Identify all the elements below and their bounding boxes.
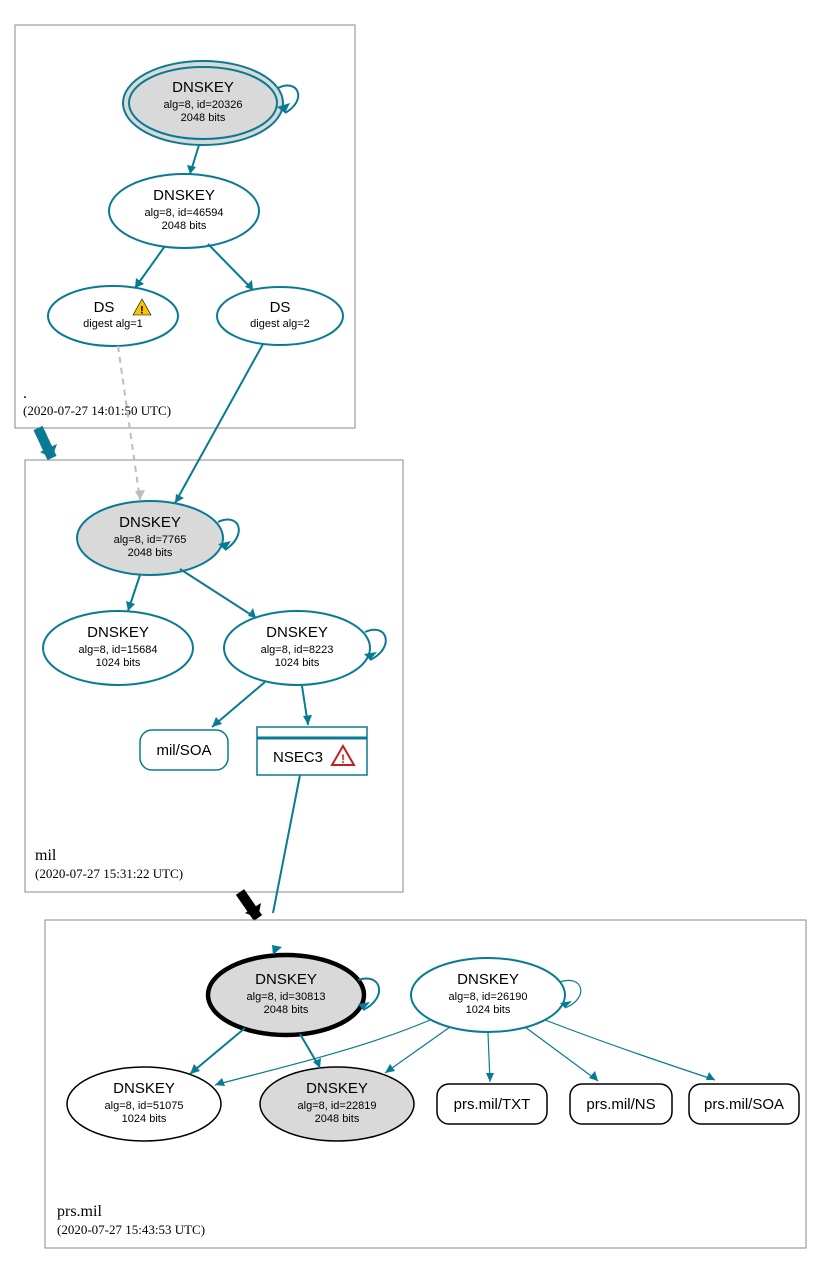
svg-text:digest alg=2: digest alg=2 — [250, 318, 310, 330]
svg-text:mil/SOA: mil/SOA — [156, 742, 211, 759]
node-prs-ns: prs.mil/NS — [570, 1084, 672, 1124]
svg-text:alg=8, id=20326: alg=8, id=20326 — [164, 99, 243, 111]
svg-text:DNSKEY: DNSKEY — [153, 187, 215, 204]
node-root-zsk: DNSKEY alg=8, id=46594 2048 bits — [109, 174, 259, 248]
node-ds2: DS digest alg=2 — [217, 287, 343, 345]
svg-text:DNSKEY: DNSKEY — [119, 514, 181, 531]
svg-text:!: ! — [140, 305, 144, 317]
svg-text:alg=8, id=30813: alg=8, id=30813 — [247, 991, 326, 1003]
svg-text:alg=8, id=7765: alg=8, id=7765 — [114, 534, 187, 546]
svg-text:DNSKEY: DNSKEY — [255, 971, 317, 988]
node-prs-txt: prs.mil/TXT — [437, 1084, 547, 1124]
svg-text:prs.mil/NS: prs.mil/NS — [586, 1096, 655, 1113]
svg-text:DNSKEY: DNSKEY — [306, 1080, 368, 1097]
dnssec-graph: . (2020-07-27 14:01:50 UTC) DNSKEY alg=8… — [0, 0, 821, 1270]
svg-text:alg=8, id=51075: alg=8, id=51075 — [105, 1100, 184, 1112]
svg-text:alg=8, id=15684: alg=8, id=15684 — [79, 644, 158, 656]
node-prs-key3: DNSKEY alg=8, id=51075 1024 bits — [67, 1067, 221, 1141]
svg-text:1024 bits: 1024 bits — [122, 1113, 167, 1125]
svg-text:NSEC3: NSEC3 — [273, 749, 323, 766]
node-ds1: DS digest alg=1 ! — [48, 286, 178, 346]
node-mil-soa: mil/SOA — [140, 730, 228, 770]
svg-text:alg=8, id=22819: alg=8, id=22819 — [298, 1100, 377, 1112]
svg-text:DNSKEY: DNSKEY — [113, 1080, 175, 1097]
svg-text:2048 bits: 2048 bits — [181, 112, 226, 124]
svg-text:2048 bits: 2048 bits — [128, 547, 173, 559]
svg-text:1024 bits: 1024 bits — [96, 657, 141, 669]
svg-text:prs.mil/SOA: prs.mil/SOA — [704, 1096, 784, 1113]
svg-text:DNSKEY: DNSKEY — [266, 624, 328, 641]
node-prs-key4: DNSKEY alg=8, id=22819 2048 bits — [260, 1067, 414, 1141]
zone-root-timestamp: (2020-07-27 14:01:50 UTC) — [23, 403, 171, 418]
svg-text:2048 bits: 2048 bits — [315, 1113, 360, 1125]
svg-text:DS: DS — [94, 299, 115, 316]
node-root-ksk: DNSKEY alg=8, id=20326 2048 bits — [123, 61, 283, 145]
node-mil-zsk1: DNSKEY alg=8, id=15684 1024 bits — [43, 611, 193, 685]
svg-text:2048 bits: 2048 bits — [264, 1004, 309, 1016]
svg-text:DS: DS — [270, 299, 291, 316]
zone-root-label: . — [23, 385, 27, 402]
svg-text:DNSKEY: DNSKEY — [457, 971, 519, 988]
node-prs-soa: prs.mil/SOA — [689, 1084, 799, 1124]
svg-text:digest alg=1: digest alg=1 — [83, 318, 143, 330]
node-mil-zsk2: DNSKEY alg=8, id=8223 1024 bits — [224, 611, 370, 685]
zone-prs-timestamp: (2020-07-27 15:43:53 UTC) — [57, 1222, 205, 1237]
svg-text:1024 bits: 1024 bits — [275, 657, 320, 669]
svg-text:prs.mil/TXT: prs.mil/TXT — [454, 1096, 531, 1113]
svg-text:!: ! — [341, 752, 345, 766]
zone-mil-label: mil — [35, 847, 57, 864]
svg-text:1024 bits: 1024 bits — [466, 1004, 511, 1016]
node-prs-ksk: DNSKEY alg=8, id=30813 2048 bits — [208, 955, 364, 1035]
svg-text:alg=8, id=46594: alg=8, id=46594 — [145, 207, 224, 219]
node-mil-ksk: DNSKEY alg=8, id=7765 2048 bits — [77, 501, 223, 575]
svg-text:alg=8, id=8223: alg=8, id=8223 — [261, 644, 334, 656]
node-nsec3: NSEC3 ! — [257, 727, 367, 775]
svg-text:2048 bits: 2048 bits — [162, 220, 207, 232]
svg-text:DNSKEY: DNSKEY — [172, 79, 234, 96]
zone-prs-label: prs.mil — [57, 1203, 102, 1220]
svg-text:alg=8, id=26190: alg=8, id=26190 — [449, 991, 528, 1003]
zone-mil-timestamp: (2020-07-27 15:31:22 UTC) — [35, 866, 183, 881]
svg-text:DNSKEY: DNSKEY — [87, 624, 149, 641]
node-prs-zsk1: DNSKEY alg=8, id=26190 1024 bits — [411, 958, 565, 1032]
